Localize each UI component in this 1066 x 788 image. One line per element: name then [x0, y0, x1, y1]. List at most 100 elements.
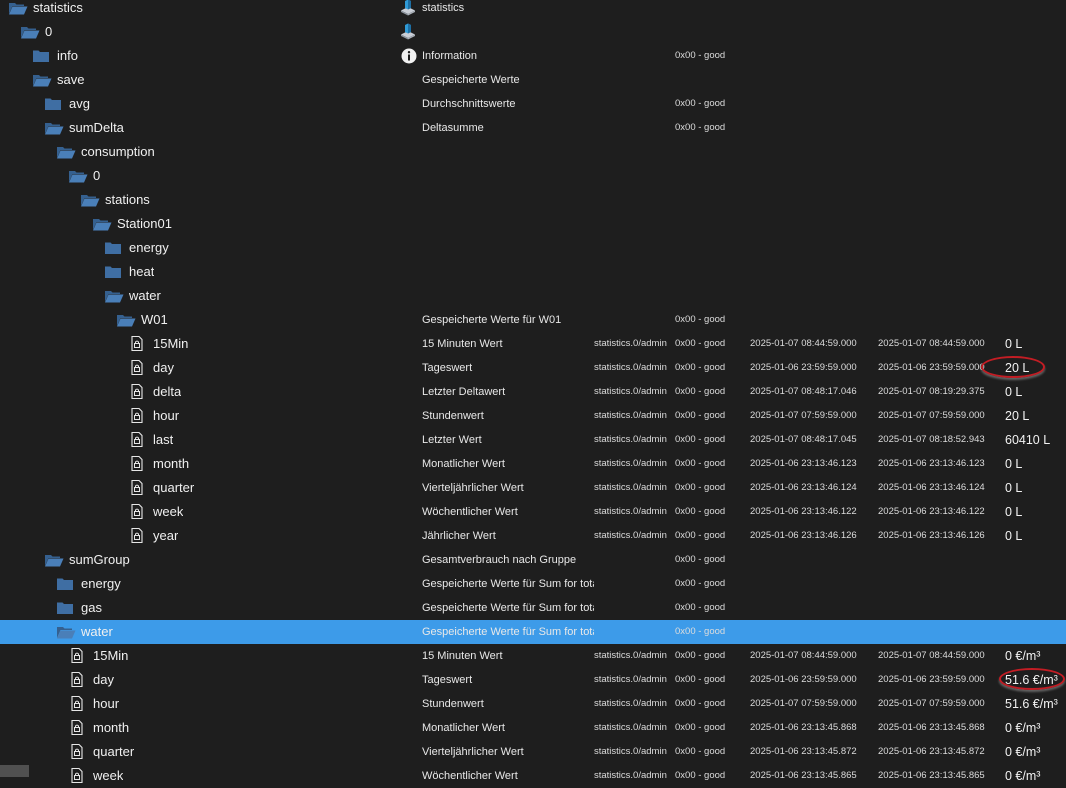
description-text: Stundenwert — [422, 410, 484, 422]
status-text: 0x00 - good — [675, 386, 726, 397]
description-text: Monatlicher Wert — [422, 722, 505, 734]
tree-row[interactable]: energy — [0, 236, 1066, 260]
value-text[interactable]: 0 L — [1005, 500, 1022, 524]
folder-icon[interactable] — [56, 601, 74, 620]
folder-open-icon[interactable] — [68, 169, 88, 188]
value-text[interactable]: 0 L — [1005, 476, 1022, 500]
tree-row[interactable]: W01 Gespeicherte Werte für W01 0x00 - good — [0, 308, 1066, 332]
folder-icon[interactable] — [56, 577, 74, 596]
tree-item-name: hour — [153, 408, 180, 423]
file-icon[interactable] — [71, 671, 83, 692]
tree-row[interactable]: hour Stundenwert statistics.0/admin 0x00 - … — [0, 692, 1066, 716]
tree-row[interactable]: statistics statistics — [0, 0, 1066, 20]
tree-row[interactable]: month Monatlicher Wert statistics.0/admin 0… — [0, 452, 1066, 476]
role-text: statistics.0/admin — [594, 722, 667, 733]
timestamp-text: 2025-01-06 23:13:46.124 — [750, 482, 857, 493]
tree-row[interactable]: month Monatlicher Wert statistics.0/admin 0… — [0, 716, 1066, 740]
tree-row[interactable]: delta Letzter Deltawert statistics.0/admin… — [0, 380, 1066, 404]
tree-row[interactable]: info Information 0x00 - good — [0, 44, 1066, 68]
status-text: 0x00 - good — [675, 554, 726, 565]
value-text[interactable]: 0 L — [1005, 524, 1022, 548]
folder-open-icon[interactable] — [56, 625, 76, 644]
file-icon[interactable] — [71, 719, 83, 740]
file-icon[interactable] — [131, 335, 143, 356]
tree-row[interactable]: gas Gespeicherte Werte für Sum for total … — [0, 596, 1066, 620]
last-change-text: 2025-01-07 08:19:29.375 — [878, 386, 985, 397]
file-icon[interactable] — [71, 695, 83, 716]
description-text: Gespeicherte Werte für Sum for total gas — [422, 602, 594, 614]
tree-row[interactable]: sumDelta Deltasumme 0x00 - good — [0, 116, 1066, 140]
folder-icon[interactable] — [104, 241, 122, 260]
folder-open-icon[interactable] — [116, 313, 136, 332]
value-text[interactable]: 0 €/m³ — [1005, 716, 1040, 740]
status-text: 0x00 - good — [675, 314, 726, 325]
folder-icon[interactable] — [44, 97, 62, 116]
value-text[interactable]: 51.6 €/m³ — [1005, 692, 1058, 716]
tree-row[interactable]: hour Stundenwert statistics.0/admin 0x00 - … — [0, 404, 1066, 428]
tree-row[interactable]: 0 — [0, 164, 1066, 188]
folder-open-icon[interactable] — [44, 553, 64, 572]
folder-open-icon[interactable] — [8, 1, 28, 20]
file-icon[interactable] — [131, 407, 143, 428]
file-icon[interactable] — [131, 455, 143, 476]
tree-item-name: week — [93, 768, 124, 783]
timestamp-text: 2025-01-06 23:13:46.126 — [750, 530, 857, 541]
value-text[interactable]: 0 €/m³ — [1005, 764, 1040, 788]
folder-open-icon[interactable] — [104, 289, 124, 308]
file-icon[interactable] — [71, 743, 83, 764]
folder-open-icon[interactable] — [44, 121, 64, 140]
status-text: 0x00 - good — [675, 410, 726, 421]
value-text[interactable]: 0 L — [1005, 452, 1022, 476]
file-icon[interactable] — [131, 527, 143, 548]
role-text: statistics.0/admin — [594, 674, 667, 685]
tree-row[interactable]: year Jährlicher Wert statistics.0/admin 0x0… — [0, 524, 1066, 548]
tree-row[interactable]: heat — [0, 260, 1066, 284]
status-text: 0x00 - good — [675, 338, 726, 349]
folder-open-icon[interactable] — [32, 73, 52, 92]
folder-open-icon[interactable] — [92, 217, 112, 236]
value-text[interactable]: 0 L — [1005, 332, 1022, 356]
status-text: 0x00 - good — [675, 626, 726, 637]
file-icon[interactable] — [131, 503, 143, 524]
file-icon[interactable] — [71, 647, 83, 668]
tree-row[interactable]: avg Durchschnittswerte 0x00 - good — [0, 92, 1066, 116]
tree-item-name: energy — [129, 240, 169, 255]
folder-open-icon[interactable] — [80, 193, 100, 212]
folder-icon[interactable] — [32, 49, 50, 68]
tree-row[interactable]: week Wöchentlicher Wert statistics.0/admin… — [0, 764, 1066, 788]
value-text[interactable]: 0 L — [1005, 380, 1022, 404]
tree-row[interactable]: save Gespeicherte Werte — [0, 68, 1066, 92]
tree-row[interactable]: 0 — [0, 20, 1066, 44]
value-text[interactable]: 20 L — [1005, 404, 1029, 428]
tree-row[interactable]: Station01 — [0, 212, 1066, 236]
tree-row[interactable]: water Gespeicherte Werte für Sum for tota… — [0, 620, 1066, 644]
tree-row[interactable]: stations — [0, 188, 1066, 212]
tree-row[interactable]: sumGroup Gesamtverbrauch nach Gruppe 0x00 … — [0, 548, 1066, 572]
file-icon[interactable] — [71, 767, 83, 788]
horizontal-scrollbar-thumb[interactable] — [0, 765, 29, 777]
value-text[interactable]: 60410 L — [1005, 428, 1050, 452]
value-text[interactable]: 51.6 €/m³ — [1005, 668, 1058, 692]
value-text[interactable]: 0 €/m³ — [1005, 644, 1040, 668]
value-text[interactable]: 0 €/m³ — [1005, 740, 1040, 764]
file-icon[interactable] — [131, 431, 143, 452]
tree-row[interactable]: day Tageswert statistics.0/admin 0x00 - goo… — [0, 356, 1066, 380]
tree-row[interactable]: water — [0, 284, 1066, 308]
file-icon[interactable] — [131, 359, 143, 380]
folder-open-icon[interactable] — [20, 25, 40, 44]
tree-row[interactable]: week Wöchentlicher Wert statistics.0/admin… — [0, 500, 1066, 524]
tree-row[interactable]: energy Gespeicherte Werte für Sum for tot… — [0, 572, 1066, 596]
tree-row[interactable]: quarter Vierteljährlicher Wert statistics.… — [0, 476, 1066, 500]
tree-row[interactable]: 15Min 15 Minuten Wert statistics.0/admin 0x… — [0, 332, 1066, 356]
folder-open-icon[interactable] — [56, 145, 76, 164]
tree-row[interactable]: last Letzter Wert statistics.0/admin 0x00 -… — [0, 428, 1066, 452]
tree-row[interactable]: quarter Vierteljährlicher Wert statistics.… — [0, 740, 1066, 764]
file-icon[interactable] — [131, 479, 143, 500]
file-icon[interactable] — [131, 383, 143, 404]
status-text: 0x00 - good — [675, 482, 726, 493]
tree-row[interactable]: consumption — [0, 140, 1066, 164]
folder-icon[interactable] — [104, 265, 122, 284]
value-text[interactable]: 20 L — [1005, 356, 1029, 380]
tree-row[interactable]: 15Min 15 Minuten Wert statistics.0/admin 0x… — [0, 644, 1066, 668]
tree-row[interactable]: day Tageswert statistics.0/admin 0x00 - goo… — [0, 668, 1066, 692]
